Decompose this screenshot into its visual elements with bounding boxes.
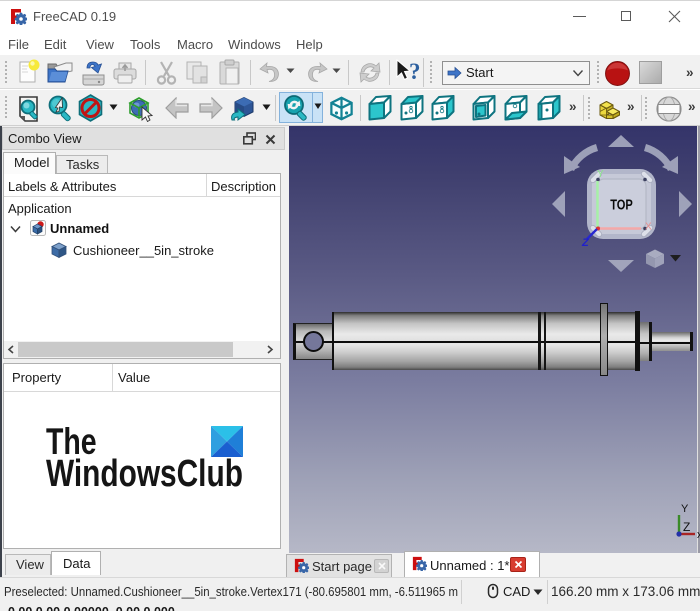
svg-text:Y: Y <box>597 169 604 180</box>
svg-text:Z: Z <box>581 237 590 249</box>
svg-text:TOP: TOP <box>610 196 633 213</box>
svg-text:X: X <box>645 222 652 233</box>
svg-text:?: ? <box>409 59 421 84</box>
svg-text:Y: Y <box>681 503 689 515</box>
svg-text:Z: Z <box>683 520 690 534</box>
